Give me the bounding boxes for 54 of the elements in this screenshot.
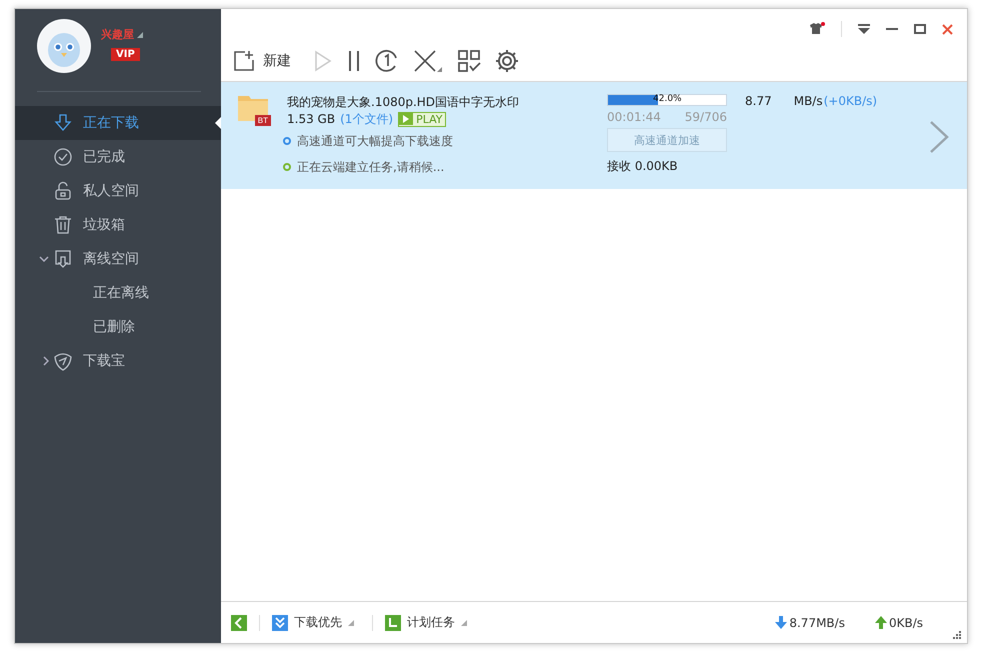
download-speed: 8.77 [745,94,772,108]
hint-text: 高速通道可大幅提高下载速度 [297,132,453,150]
pause-icon[interactable] [347,50,361,72]
play-button[interactable]: PLAY [398,112,446,126]
sidebar-item[interactable]: 离线空间 [15,242,221,276]
vip-badge: VIP [111,48,140,61]
settings-icon[interactable] [495,49,519,73]
sidebar-item[interactable]: 垃圾箱 [15,208,221,242]
sidebar-item[interactable]: 正在离线 [15,276,221,310]
sidebar-item[interactable]: 已删除 [15,310,221,344]
new-button[interactable]: 新建 [233,50,291,72]
back-button-icon[interactable] [231,614,247,630]
upload-rate: 0KB/s [888,616,923,630]
file-size: 1.53 GB [287,112,336,126]
upload-arrow-icon [874,616,887,629]
grid-check-icon[interactable] [457,49,481,73]
dropdown-icon[interactable] [137,32,143,38]
dropdown-icon [348,620,354,626]
chevron-right-icon[interactable] [43,356,49,366]
sidebar-item[interactable]: 已完成 [15,140,221,174]
download-arrow-icon [775,616,788,629]
add-file-icon [233,50,255,72]
folder-icon [237,94,269,122]
bt-tag: BT [254,115,271,126]
priority-button[interactable]: 下载优先 [272,614,360,631]
menu-icon[interactable] [858,24,870,34]
elapsed-time: 00:01:44 [607,110,661,124]
sidebar-item[interactable]: 私人空间 [15,174,221,208]
download-arrow-icon [53,113,73,133]
trash-icon [53,215,73,235]
piece-count: 59/706 [684,110,727,124]
check-circle-icon [53,147,73,167]
shield-icon [53,351,73,371]
chevron-down-icon[interactable] [39,256,49,262]
task-name: 我的宠物是大象.1080p.HD国语中字无水印 [287,94,520,110]
close-icon[interactable] [942,24,953,34]
sidebar-item[interactable]: 下载宝 [15,344,221,378]
delete-icon[interactable] [413,49,443,73]
double-chevron-icon [272,614,288,630]
received-amount: 接收 0.00KB [607,158,679,175]
speed-unit: MB/s [794,94,823,108]
shirt-icon[interactable] [809,22,825,36]
dropdown-icon [461,620,467,626]
resize-grip-icon[interactable] [953,631,961,639]
extra-speed: (+0KB/s) [824,94,878,108]
avatar-icon[interactable] [37,19,91,73]
maximize-icon[interactable] [914,24,926,34]
sidebar-item[interactable]: 正在下载 [15,106,221,140]
play-icon [399,113,414,125]
hint-text: 正在云端建立任务,请稍候... [297,158,444,176]
minimize-icon[interactable] [886,28,898,30]
unlock-icon [53,181,73,201]
download-rate: 8.77MB/s [789,616,845,630]
schedule-button[interactable]: 计划任务 [385,614,473,631]
